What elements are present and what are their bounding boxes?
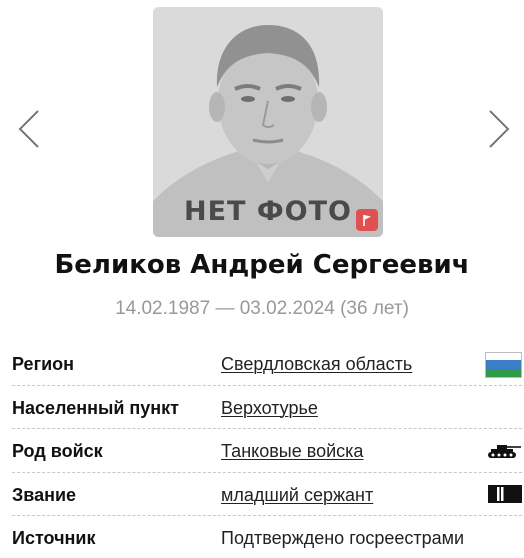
branch-link[interactable]: Танковые войска: [221, 441, 363, 462]
branch-label: Род войск: [12, 441, 103, 461]
details-list: Регион Свердловская область Населенный п…: [12, 342, 522, 558]
region-flag-icon: [485, 352, 522, 383]
rank-link[interactable]: младший сержант: [221, 485, 373, 506]
details-row-region: Регион Свердловская область: [12, 342, 522, 386]
source-value: Подтверждено госреестрами: [221, 528, 465, 548]
settlement-link[interactable]: Верхотурье: [221, 398, 318, 419]
chevron-right-icon: [489, 110, 510, 148]
rank-label: Звание: [12, 484, 77, 505]
source-label: Источник: [12, 528, 96, 548]
report-flag-button[interactable]: [356, 209, 378, 231]
region-label: Регион: [12, 354, 74, 374]
person-name: Беликов Андрей Сергеевич: [54, 250, 470, 280]
next-arrow-button[interactable]: [478, 103, 518, 155]
flag-icon: [363, 215, 371, 226]
region-link[interactable]: Свердловская область: [221, 354, 412, 375]
no-photo-label: НЕТ ФОТО: [184, 196, 352, 227]
prev-arrow-button[interactable]: [10, 103, 50, 155]
life-dates: 14.02.1987 — 03.02.2024 (36 лет): [115, 298, 409, 319]
no-photo-image: НЕТ ФОТО: [153, 7, 383, 237]
chevron-left-icon: [18, 110, 39, 148]
details-row-settlement: Населенный пункт Верхотурье: [12, 386, 522, 429]
tank-icon: [486, 443, 522, 464]
settlement-label: Населенный пункт: [12, 397, 180, 418]
details-row-branch: Род войск Танковые войска: [12, 429, 522, 473]
details-row-rank: Звание младший сержант: [12, 473, 522, 516]
rank-insignia-icon: [488, 484, 522, 508]
details-row-source: Источник Подтверждено госреестрами: [12, 516, 522, 558]
